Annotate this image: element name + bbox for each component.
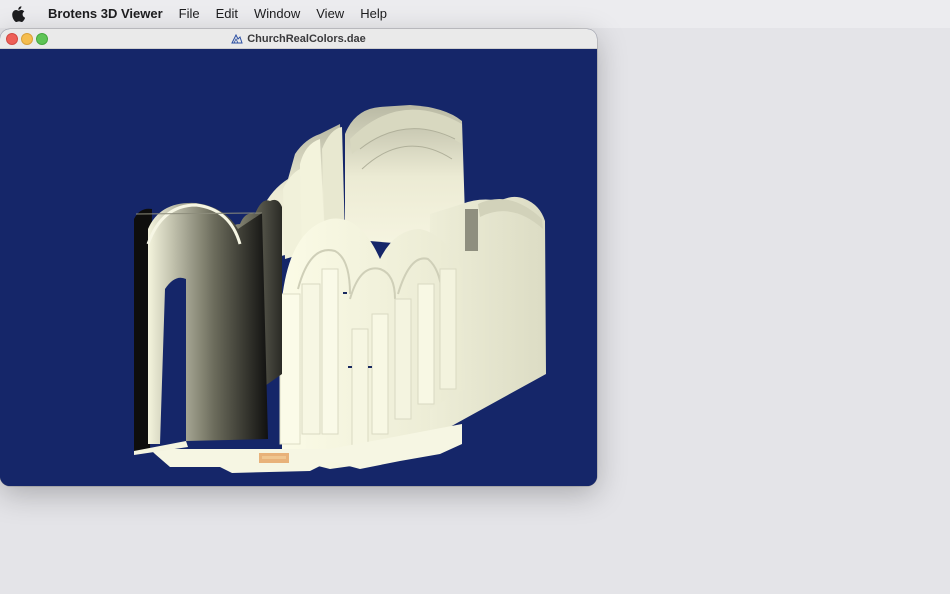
menu-app-name[interactable]: Brotens 3D Viewer xyxy=(40,3,171,25)
window-title: ChurchRealColors.dae xyxy=(247,32,366,45)
window-title-group: ChurchRealColors.dae xyxy=(231,33,366,45)
menu-bar: Brotens 3D Viewer File Edit Window View … xyxy=(0,0,950,28)
window-titlebar[interactable]: ChurchRealColors.dae xyxy=(0,29,597,49)
minimize-button[interactable] xyxy=(21,33,33,45)
zoom-button[interactable] xyxy=(36,33,48,45)
menu-window[interactable]: Window xyxy=(246,3,308,25)
viewer-window: ChurchRealColors.dae xyxy=(0,29,597,486)
menu-edit[interactable]: Edit xyxy=(208,3,246,25)
apple-menu-icon[interactable] xyxy=(11,5,29,23)
menu-help[interactable]: Help xyxy=(352,3,395,25)
church-model xyxy=(134,105,546,473)
document-proxy-icon[interactable] xyxy=(231,33,243,44)
menu-file[interactable]: File xyxy=(171,3,208,25)
close-button[interactable] xyxy=(6,33,18,45)
menu-view[interactable]: View xyxy=(308,3,352,25)
3d-viewport[interactable] xyxy=(0,49,597,486)
